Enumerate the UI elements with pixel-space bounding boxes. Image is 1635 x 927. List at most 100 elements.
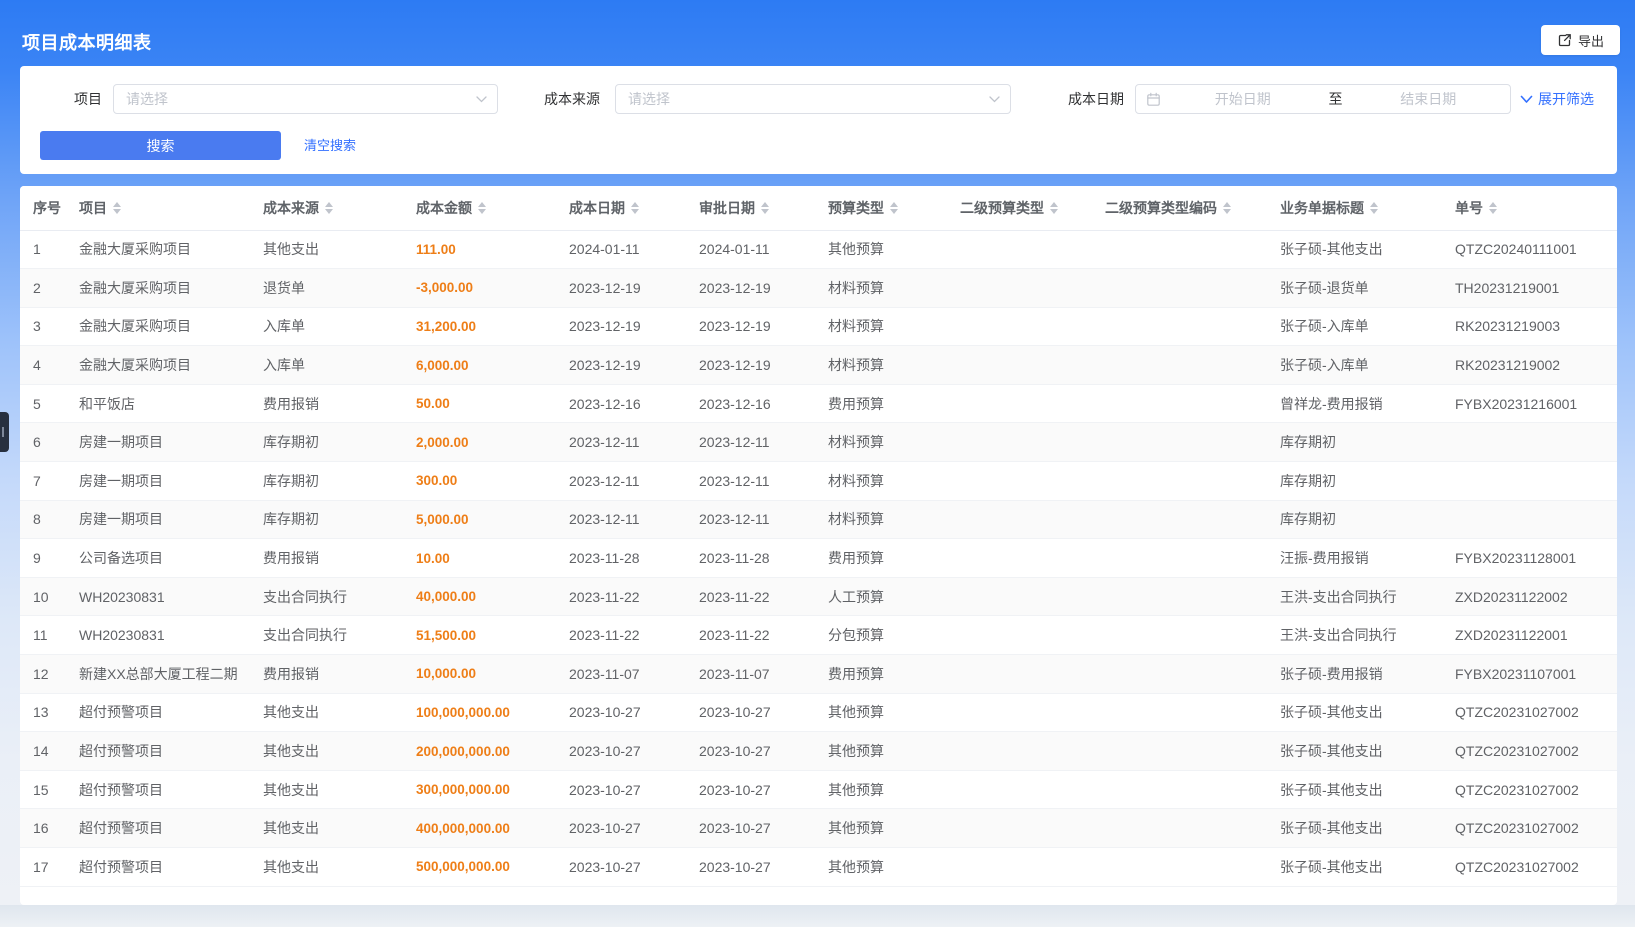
- cost-table: 序号项目成本来源成本金额成本日期审批日期预算类型二级预算类型二级预算类型编码业务…: [20, 186, 1617, 887]
- table-cell: 2023-12-11: [699, 462, 828, 501]
- table-cell: 费用报销: [263, 384, 416, 423]
- table-body: 1金融大厦采购项目其他支出111.002024-01-112024-01-11其…: [20, 230, 1617, 886]
- table-cell: [1105, 655, 1280, 694]
- sort-icon[interactable]: [325, 202, 333, 214]
- search-button[interactable]: 搜索: [40, 131, 281, 160]
- column-label: 成本日期: [569, 198, 625, 218]
- table-cell: 2023-10-27: [699, 848, 828, 887]
- table-cell: 2023-11-07: [569, 655, 699, 694]
- chevron-down-icon: [476, 96, 487, 103]
- sort-icon[interactable]: [1489, 202, 1497, 214]
- table-cell: FYBX20231128001: [1455, 539, 1617, 578]
- column-header[interactable]: 二级预算类型: [960, 186, 1105, 230]
- table-cell: 2023-10-27: [569, 770, 699, 809]
- table-cell: 13: [20, 693, 79, 732]
- side-drawer-toggle[interactable]: [0, 412, 9, 452]
- table-cell: [960, 346, 1105, 385]
- table-cell: 2024-01-11: [699, 230, 828, 269]
- table-cell: [960, 423, 1105, 462]
- table-cell: QTZC20231027002: [1455, 848, 1617, 887]
- sort-icon[interactable]: [1050, 202, 1058, 214]
- sort-icon[interactable]: [113, 202, 121, 214]
- project-select[interactable]: 请选择: [113, 84, 498, 114]
- cost-table-panel: 序号项目成本来源成本金额成本日期审批日期预算类型二级预算类型二级预算类型编码业务…: [20, 186, 1617, 905]
- column-label: 二级预算类型: [960, 198, 1044, 218]
- table-cell: [1455, 423, 1617, 462]
- sort-icon[interactable]: [890, 202, 898, 214]
- table-cell: 2023-11-22: [569, 577, 699, 616]
- clear-search-link[interactable]: 清空搜索: [304, 131, 356, 160]
- table-row: 4金融大厦采购项目入库单6,000.002023-12-192023-12-19…: [20, 346, 1617, 385]
- table-cell: [960, 462, 1105, 501]
- table-cell: 4: [20, 346, 79, 385]
- table-cell: 2023-11-22: [699, 616, 828, 655]
- table-cell: 人工预算: [828, 577, 960, 616]
- table-cell: 入库单: [263, 307, 416, 346]
- table-cell: 2023-12-19: [569, 269, 699, 308]
- table-cell: 退货单: [263, 269, 416, 308]
- table-cell: 10.00: [416, 539, 569, 578]
- table-cell: RK20231219002: [1455, 346, 1617, 385]
- table-cell: 金融大厦采购项目: [79, 230, 263, 269]
- column-header[interactable]: 成本金额: [416, 186, 569, 230]
- table-cell: 费用预算: [828, 655, 960, 694]
- column-header[interactable]: 成本来源: [263, 186, 416, 230]
- table-cell: 50.00: [416, 384, 569, 423]
- table-cell: 其他预算: [828, 809, 960, 848]
- table-row: 10WH20230831支出合同执行40,000.002023-11-22202…: [20, 577, 1617, 616]
- cost-source-select[interactable]: 请选择: [615, 84, 1011, 114]
- table-row: 6房建一期项目库存期初2,000.002023-12-112023-12-11材…: [20, 423, 1617, 462]
- column-header[interactable]: 业务单据标题: [1280, 186, 1455, 230]
- table-row: 1金融大厦采购项目其他支出111.002024-01-112024-01-11其…: [20, 230, 1617, 269]
- table-cell: 超付预警项目: [79, 693, 263, 732]
- table-cell: [960, 693, 1105, 732]
- export-button[interactable]: 导出: [1541, 25, 1620, 55]
- table-cell: 2023-10-27: [699, 693, 828, 732]
- sort-icon[interactable]: [631, 202, 639, 214]
- column-header[interactable]: 预算类型: [828, 186, 960, 230]
- sort-icon[interactable]: [478, 202, 486, 214]
- start-date-input[interactable]: 开始日期: [1161, 89, 1325, 109]
- column-header[interactable]: 项目: [79, 186, 263, 230]
- table-cell: 9: [20, 539, 79, 578]
- table-cell: 14: [20, 732, 79, 771]
- table-cell: 超付预警项目: [79, 732, 263, 771]
- table-cell: 11: [20, 616, 79, 655]
- table-cell: 库存期初: [263, 423, 416, 462]
- chevron-down-icon: [1520, 95, 1533, 104]
- table-row: 12新建XX总部大厦工程二期费用报销10,000.002023-11-07202…: [20, 655, 1617, 694]
- table-row: 5和平饭店费用报销50.002023-12-162023-12-16费用预算曾祥…: [20, 384, 1617, 423]
- table-cell: 2024-01-11: [569, 230, 699, 269]
- table-cell: 费用报销: [263, 655, 416, 694]
- column-label: 项目: [79, 198, 107, 218]
- table-cell: [1105, 770, 1280, 809]
- sort-icon[interactable]: [761, 202, 769, 214]
- table-cell: QTZC20231027002: [1455, 809, 1617, 848]
- column-header[interactable]: 审批日期: [699, 186, 828, 230]
- table-cell: 2023-10-27: [699, 770, 828, 809]
- table-cell: [960, 307, 1105, 346]
- table-cell: 房建一期项目: [79, 462, 263, 501]
- table-cell: 库存期初: [1280, 500, 1455, 539]
- column-label: 审批日期: [699, 198, 755, 218]
- table-cell: [960, 577, 1105, 616]
- table-cell: 库存期初: [1280, 462, 1455, 501]
- table-cell: 2023-11-22: [699, 577, 828, 616]
- sort-icon[interactable]: [1370, 202, 1378, 214]
- table-cell: ZXD20231122001: [1455, 616, 1617, 655]
- table-cell: 300.00: [416, 462, 569, 501]
- table-cell: 超付预警项目: [79, 770, 263, 809]
- end-date-input[interactable]: 结束日期: [1347, 89, 1511, 109]
- table-cell: 张子硕-其他支出: [1280, 693, 1455, 732]
- cost-date-range-input[interactable]: 开始日期 至 结束日期: [1135, 84, 1511, 114]
- sort-icon[interactable]: [1223, 202, 1231, 214]
- column-header[interactable]: 单号: [1455, 186, 1617, 230]
- expand-filters-link[interactable]: 展开筛选: [1520, 84, 1594, 114]
- column-header[interactable]: 成本日期: [569, 186, 699, 230]
- table-cell: 材料预算: [828, 346, 960, 385]
- table-cell: ZXD20231122002: [1455, 577, 1617, 616]
- table-cell: 其他支出: [263, 848, 416, 887]
- column-header[interactable]: 二级预算类型编码: [1105, 186, 1280, 230]
- table-cell: [1455, 500, 1617, 539]
- table-cell: 张子硕-费用报销: [1280, 655, 1455, 694]
